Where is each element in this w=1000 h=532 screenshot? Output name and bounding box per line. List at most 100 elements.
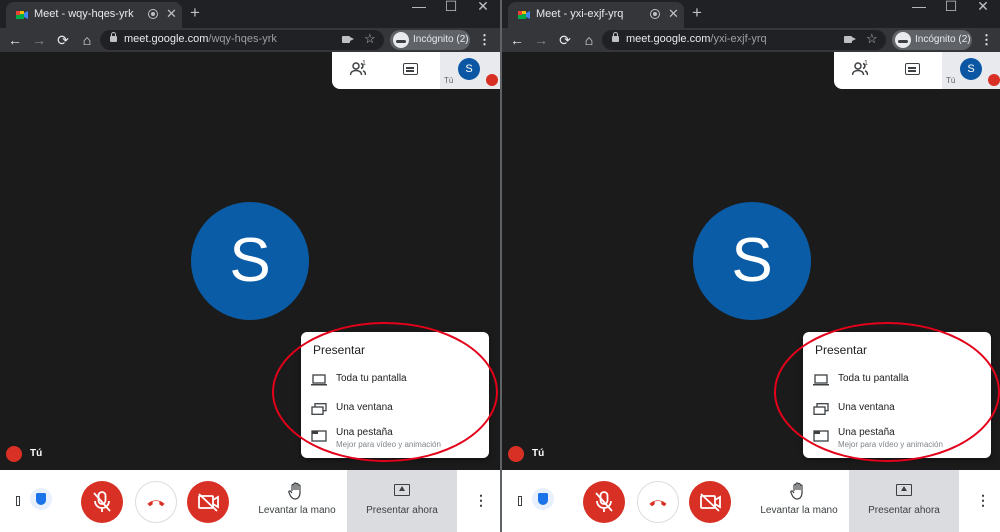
present-tab[interactable]: Una pestaña Mejor para vídeo y animación [803, 424, 991, 450]
forward-icon[interactable]: → [30, 31, 48, 49]
browser-menu-icon[interactable]: ⋮ [980, 32, 993, 48]
participant-avatar: S [693, 202, 811, 320]
forward-icon[interactable]: → [532, 31, 550, 49]
raise-hand-button[interactable]: Levantar la mano [254, 470, 340, 532]
camera-in-use-icon[interactable] [342, 36, 354, 43]
tab-close-icon[interactable]: ✕ [668, 6, 679, 22]
address-bar[interactable]: meet.google.com/wqy-hqes-yrk ☆ [100, 30, 384, 50]
present-item-sublabel: Mejor para vídeo y animación [336, 440, 441, 449]
meet-control-bar: Levantar la mano Presentar ahora ⋮ [0, 470, 500, 532]
browser-window-left: Meet - wqy-hqes-yrk ✕ + — ☐ ✕ ← → ⟳ ⌂ me… [0, 0, 500, 532]
chat-icon[interactable] [905, 63, 920, 75]
meet-top-panel: 1 S Tú [332, 52, 500, 89]
camera-in-use-icon[interactable] [844, 36, 856, 43]
bookmark-star-icon[interactable]: ☆ [866, 31, 878, 47]
present-now-button[interactable]: Presentar ahora [347, 470, 457, 532]
present-tab[interactable]: Una pestaña Mejor para vídeo y animación [301, 424, 489, 450]
self-tile[interactable]: S Tú [942, 52, 1000, 89]
browser-toolbar: ← → ⟳ ⌂ meet.google.com/yxi-exjf-yrq ☆ I… [502, 28, 1000, 52]
browser-window-right: Meet - yxi-exjf-yrq ✕ + — ☐ ✕ ← → ⟳ ⌂ me… [502, 0, 1000, 532]
browser-tab[interactable]: Meet - wqy-hqes-yrk ✕ [6, 2, 182, 28]
tab-icon [813, 430, 829, 442]
incognito-badge[interactable]: Incógnito (2) [892, 30, 972, 50]
incognito-badge[interactable]: Incógnito (2) [390, 30, 470, 50]
meet-favicon-icon [518, 11, 530, 19]
back-icon[interactable]: ← [6, 31, 24, 49]
incognito-icon [393, 32, 409, 48]
home-icon[interactable]: ⌂ [580, 31, 598, 49]
present-entire-screen[interactable]: Toda tu pantalla [301, 370, 489, 396]
reload-icon[interactable]: ⟳ [556, 31, 574, 49]
window-close-icon[interactable]: ✕ [468, 0, 498, 15]
self-tile[interactable]: S Tú [440, 52, 500, 89]
leave-call-button[interactable] [135, 481, 177, 523]
browser-menu-icon[interactable]: ⋮ [478, 32, 491, 48]
present-now-label: Presentar ahora [366, 505, 438, 516]
camera-toggle-button[interactable] [187, 481, 229, 523]
mic-toggle-button[interactable] [81, 481, 123, 523]
hang-up-icon [649, 500, 667, 507]
mic-off-icon [486, 74, 498, 86]
minimize-icon[interactable]: — [404, 0, 434, 14]
present-menu: Presentar Toda tu pantalla Una ventana U… [301, 332, 489, 458]
reload-icon[interactable]: ⟳ [54, 31, 72, 49]
raise-hand-label: Levantar la mano [760, 505, 838, 516]
tab-title: Meet - wqy-hqes-yrk [34, 8, 134, 20]
chat-icon[interactable] [403, 63, 418, 75]
present-menu: Presentar Toda tu pantalla Una ventana U… [803, 332, 991, 458]
minimize-icon[interactable]: — [904, 0, 934, 14]
address-bar[interactable]: meet.google.com/yxi-exjf-yrq ☆ [602, 30, 886, 50]
home-icon[interactable]: ⌂ [78, 31, 96, 49]
hang-up-icon [147, 500, 165, 507]
meet-favicon-icon [16, 11, 28, 19]
maximize-icon[interactable]: ☐ [436, 0, 466, 15]
self-name: Tú [30, 448, 43, 459]
window-close-icon[interactable]: ✕ [968, 0, 998, 15]
camera-off-icon [198, 493, 219, 512]
host-controls-icon[interactable] [532, 488, 554, 510]
leave-call-button[interactable] [637, 481, 679, 523]
participant-count: 1 [864, 60, 868, 67]
back-icon[interactable]: ← [508, 31, 526, 49]
participant-avatar: S [191, 202, 309, 320]
meeting-details-icon[interactable] [518, 496, 522, 506]
self-mic-off-icon [6, 446, 22, 462]
bookmark-star-icon[interactable]: ☆ [364, 31, 376, 47]
present-item-label: Una pestaña [336, 427, 393, 438]
recording-indicator-icon [650, 9, 660, 19]
hand-icon [288, 482, 301, 500]
present-menu-title: Presentar [815, 343, 868, 357]
new-tab-icon[interactable]: + [692, 3, 702, 23]
self-label: Tú [946, 76, 956, 85]
more-options-icon[interactable]: ⋮ [976, 492, 990, 509]
present-item-label: Una ventana [336, 402, 393, 413]
present-item-sublabel: Mejor para vídeo y animación [838, 440, 943, 449]
tab-title: Meet - yxi-exjf-yrq [536, 8, 624, 20]
new-tab-icon[interactable]: + [190, 3, 200, 23]
present-now-button[interactable]: Presentar ahora [849, 470, 959, 532]
incognito-icon [895, 32, 911, 48]
maximize-icon[interactable]: ☐ [936, 0, 966, 15]
camera-toggle-button[interactable] [689, 481, 731, 523]
camera-off-icon [700, 493, 721, 512]
mic-toggle-button[interactable] [583, 481, 625, 523]
self-avatar: S [458, 58, 480, 80]
present-window[interactable]: Una ventana [803, 399, 991, 425]
present-item-label: Una ventana [838, 402, 895, 413]
present-window[interactable]: Una ventana [301, 399, 489, 425]
present-now-label: Presentar ahora [868, 505, 940, 516]
incognito-label: Incógnito (2) [915, 34, 971, 45]
raise-hand-button[interactable]: Levantar la mano [756, 470, 842, 532]
browser-toolbar: ← → ⟳ ⌂ meet.google.com/wqy-hqes-yrk ☆ I… [0, 28, 500, 52]
tab-close-icon[interactable]: ✕ [166, 6, 177, 22]
browser-tab[interactable]: Meet - yxi-exjf-yrq ✕ [508, 2, 684, 28]
window-icon [311, 403, 327, 415]
mic-off-icon [93, 491, 111, 512]
host-controls-icon[interactable] [30, 488, 52, 510]
self-label: Tú [444, 76, 454, 85]
lock-icon [612, 32, 619, 42]
meeting-details-icon[interactable] [16, 496, 20, 506]
mic-off-icon [988, 74, 1000, 86]
present-entire-screen[interactable]: Toda tu pantalla [803, 370, 991, 396]
more-options-icon[interactable]: ⋮ [474, 492, 488, 509]
